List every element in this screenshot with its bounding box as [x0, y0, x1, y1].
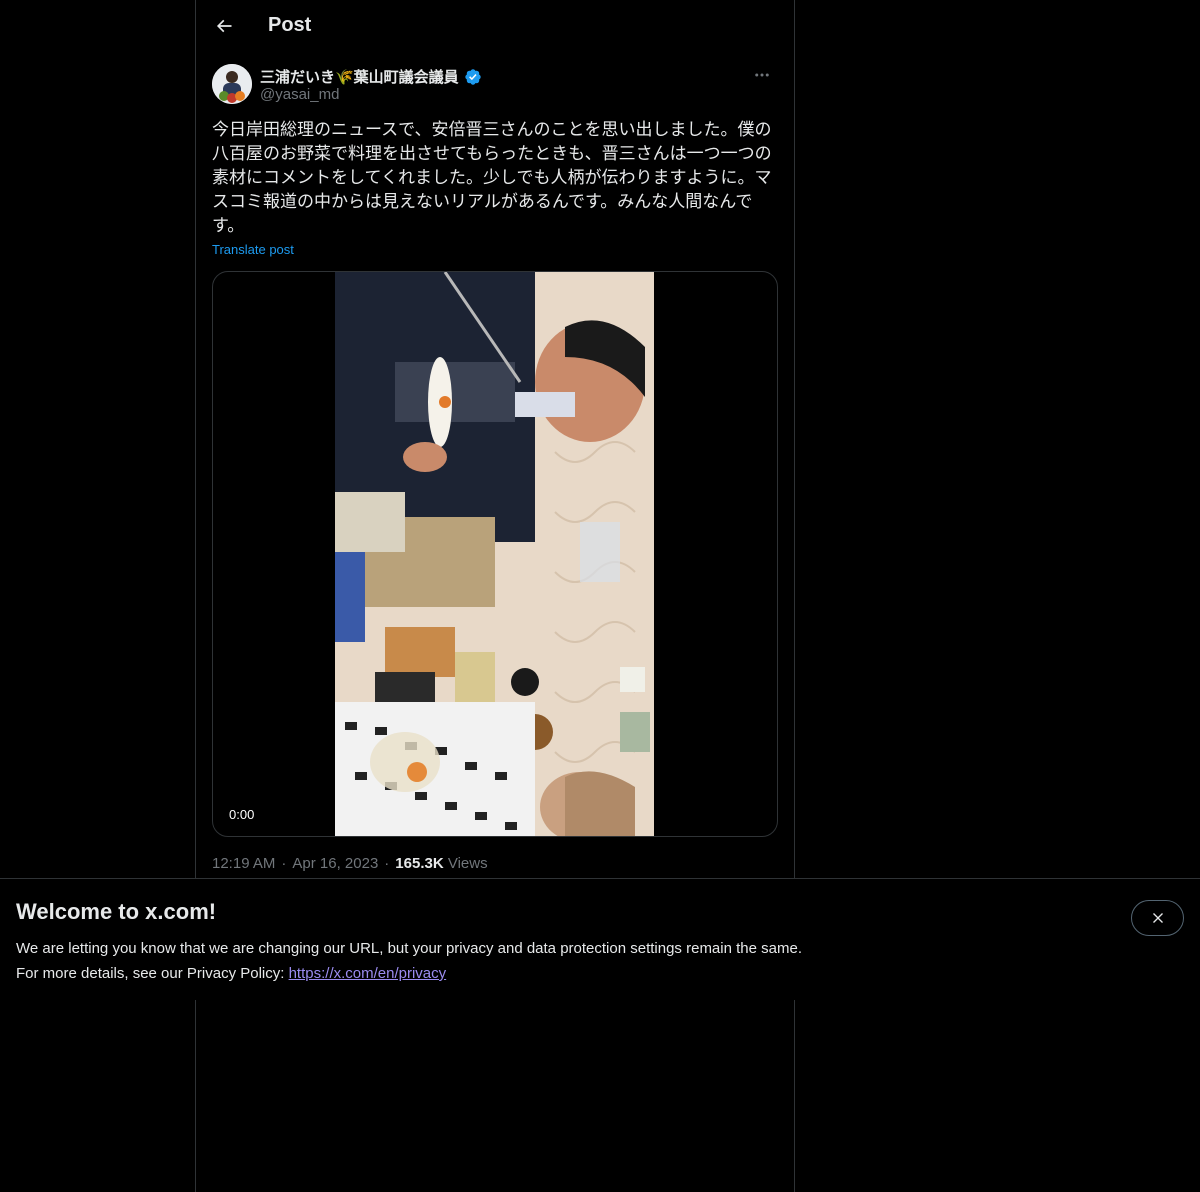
- banner-line-2: For more details, see our Privacy Policy…: [16, 961, 916, 986]
- banner-line-1: We are letting you know that we are chan…: [16, 940, 802, 957]
- author-handle[interactable]: @yasai_md: [260, 86, 339, 103]
- post-time[interactable]: 12:19 AM: [212, 855, 275, 872]
- display-name-text: 三浦だいき🌾葉山町議会議員: [260, 69, 459, 86]
- verified-badge-icon: [464, 68, 482, 86]
- url-change-banner: Welcome to x.com! We are letting you kno…: [0, 878, 1200, 1000]
- meta-separator: ·: [384, 855, 390, 872]
- main-column: Post 三浦だいき🌾葉山町議会議員 @yasai_md 今日岸田総理のニュース…: [195, 0, 795, 1192]
- page-title: Post: [268, 14, 312, 36]
- post-date[interactable]: Apr 16, 2023: [292, 855, 378, 872]
- meta-separator: ·: [281, 855, 287, 872]
- arrow-left-icon: [216, 19, 232, 33]
- post-author: 三浦だいき🌾葉山町議会議員 @yasai_md: [212, 64, 778, 108]
- banner-title: Welcome to x.com!: [16, 899, 217, 924]
- post-meta: 12:19 AM · Apr 16, 2023 · 165.3K Views: [212, 855, 488, 872]
- banner-line-2-prefix: For more details, see our Privacy Policy…: [16, 965, 289, 982]
- avatar-image: [212, 64, 252, 104]
- video-player[interactable]: 0:00: [212, 271, 778, 837]
- avatar[interactable]: [212, 64, 252, 104]
- video-timecode: 0:00: [225, 805, 259, 824]
- more-horizontal-icon: [755, 73, 769, 77]
- post-header: Post: [196, 0, 794, 53]
- video-thumbnail: [335, 272, 654, 836]
- views-label: Views: [447, 855, 488, 872]
- back-button[interactable]: [206, 8, 242, 44]
- views-count: 165.3K: [395, 855, 444, 872]
- post-text: 今日岸田総理のニュースで、安倍晋三さんのことを思い出しました。僕の八百屋のお野菜…: [212, 120, 772, 236]
- close-icon: [1152, 913, 1163, 923]
- translate-post-link[interactable]: Translate post: [212, 242, 294, 257]
- display-name[interactable]: 三浦だいき🌾葉山町議会議員: [260, 66, 482, 87]
- banner-body: We are letting you know that we are chan…: [16, 936, 916, 986]
- more-options-button[interactable]: [746, 64, 778, 86]
- close-banner-button[interactable]: [1131, 900, 1184, 936]
- privacy-policy-link[interactable]: https://x.com/en/privacy: [289, 965, 447, 982]
